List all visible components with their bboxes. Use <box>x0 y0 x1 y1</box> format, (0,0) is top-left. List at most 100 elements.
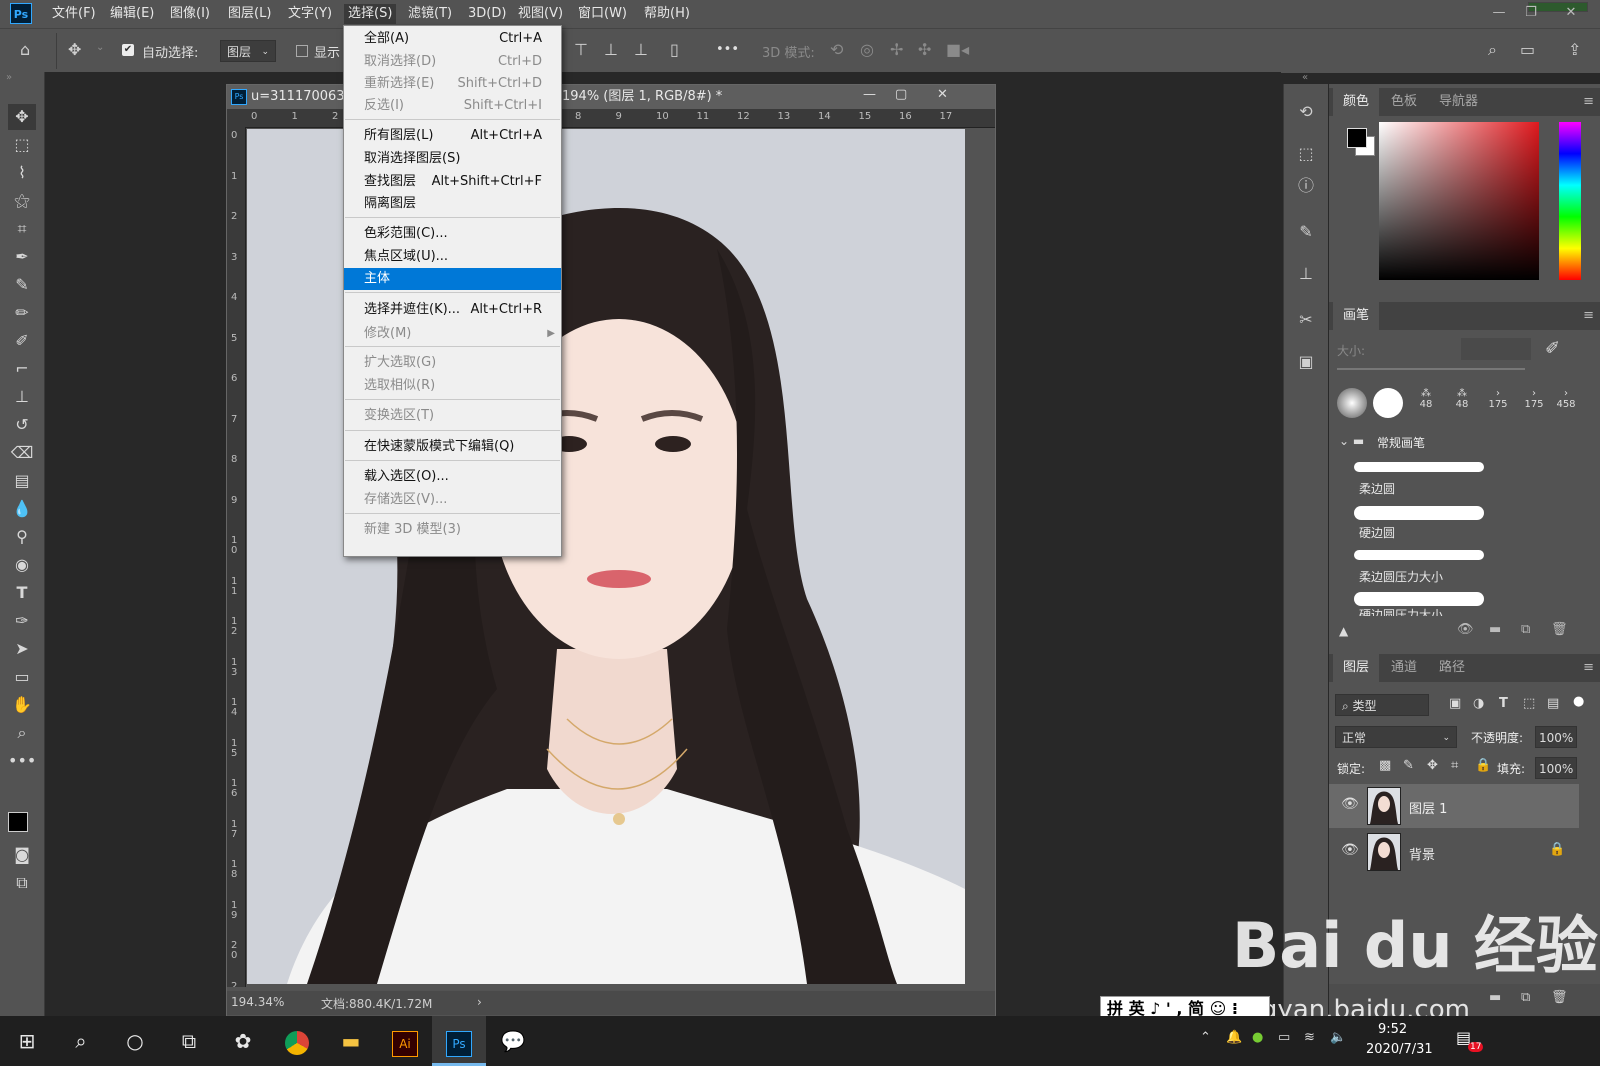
show-transform-checkbox[interactable] <box>296 45 308 57</box>
hue-slider[interactable] <box>1559 122 1581 280</box>
menu-item[interactable]: 全部(A) Ctrl+A <box>344 28 561 50</box>
layer-row[interactable]: 👁 图层 1 <box>1329 784 1579 828</box>
tab-brushes[interactable]: 画笔 <box>1333 302 1380 330</box>
menu-item[interactable]: 主体 <box>344 268 561 290</box>
blur-tool-icon[interactable]: 💧 <box>8 496 36 522</box>
menu-edit[interactable]: 编辑(E) <box>106 4 158 24</box>
panel-menu-icon[interactable]: ≡ <box>1583 308 1594 323</box>
sponge-tool-icon[interactable]: ◉ <box>8 552 36 578</box>
3d-orbit-icon[interactable]: ⟲ <box>830 40 843 59</box>
brush-stroke-preview[interactable] <box>1354 506 1484 520</box>
doc-restore-icon[interactable]: ▢ <box>895 87 907 102</box>
3d-roll-icon[interactable]: ◎ <box>860 40 874 59</box>
tab-swatches[interactable]: 色板 <box>1381 88 1427 116</box>
app-360-icon[interactable]: ✿ <box>216 1016 270 1066</box>
new-brush-icon[interactable]: ✐ <box>1545 338 1560 359</box>
brush-visibility-icon[interactable]: 👁 <box>1457 622 1474 637</box>
filter-shape-icon[interactable]: ⬚ <box>1523 696 1535 711</box>
brush-preset[interactable]: ⁂ 48 <box>1445 388 1479 422</box>
hard-brush-preset[interactable] <box>1373 388 1403 418</box>
3d-camera-icon[interactable]: ■◂ <box>946 40 969 59</box>
brush-stroke-preview[interactable] <box>1354 550 1484 560</box>
cortana-icon[interactable]: ○ <box>108 1016 162 1066</box>
lock-artboard-icon[interactable]: ⌗ <box>1451 758 1458 773</box>
menu-window[interactable]: 窗口(W) <box>574 4 631 24</box>
tray-app-icon[interactable]: ● <box>1252 1030 1263 1045</box>
menu-item[interactable]: 存储选区(V)... <box>344 489 561 511</box>
menu-item[interactable]: 反选(I) Shift+Ctrl+I <box>344 95 561 117</box>
marquee-tool-icon[interactable]: ⬚ <box>8 132 36 158</box>
hand-tool-icon[interactable]: ✋ <box>8 692 36 718</box>
eraser-tool-icon[interactable]: ⌫ <box>8 440 36 466</box>
history-panel-icon[interactable]: ⟲ <box>1294 100 1318 124</box>
brush-preset[interactable]: › 175 <box>1517 388 1551 422</box>
brush-stroke-preview[interactable] <box>1354 462 1484 472</box>
eyedropper-tool-icon[interactable]: ✒ <box>8 244 36 270</box>
menu-item[interactable]: 载入选区(O)... <box>344 466 561 488</box>
illustrator-icon[interactable]: Ai <box>378 1016 432 1066</box>
eye-icon[interactable]: 👁 <box>1341 796 1359 812</box>
layer-name[interactable]: 图层 1 <box>1409 798 1447 817</box>
menu-layer[interactable]: 图层(L) <box>224 4 275 24</box>
menu-type[interactable]: 文字(Y) <box>284 4 336 24</box>
quick-mask-icon[interactable]: ◙ <box>8 842 36 868</box>
panel-menu-icon[interactable]: ≡ <box>1583 94 1594 109</box>
color-picker-field[interactable] <box>1379 122 1539 280</box>
doc-minimize-icon[interactable]: — <box>863 87 876 102</box>
new-brush-small-icon[interactable]: ⧉ <box>1521 622 1530 637</box>
home-icon[interactable]: ⌂ <box>20 40 30 59</box>
healing-brush-tool-icon[interactable]: ✎ <box>8 272 36 298</box>
menu-help[interactable]: 帮助(H) <box>640 4 694 24</box>
foreground-color-swatch[interactable] <box>8 812 28 832</box>
history-brush-tool-icon[interactable]: ↺ <box>8 412 36 438</box>
lock-pixels-icon[interactable]: ✎ <box>1403 758 1414 773</box>
menu-select[interactable]: 选择(S) <box>344 4 397 24</box>
menu-item[interactable]: 重新选择(E) Shift+Ctrl+D <box>344 73 561 95</box>
brush-size-input[interactable] <box>1461 338 1531 360</box>
chevron-down-icon[interactable]: ⌄ <box>96 42 104 53</box>
soft-brush-preset[interactable] <box>1337 388 1367 418</box>
tool-presets-icon[interactable]: ✂ <box>1294 308 1318 332</box>
menu-item[interactable]: 扩大选取(G) <box>344 352 561 374</box>
chrome-icon[interactable] <box>270 1016 324 1066</box>
wechat-icon[interactable]: 💬 <box>486 1016 540 1066</box>
new-group-icon[interactable]: ▬ <box>1489 622 1501 637</box>
brush-name[interactable]: 柔边圆 <box>1359 480 1395 497</box>
zoom-level[interactable]: 194.34% <box>231 995 284 1009</box>
brush-size-small-icon[interactable]: ▲ <box>1339 624 1348 638</box>
filter-type-icon[interactable]: T <box>1499 696 1508 711</box>
move-tool-icon[interactable]: ✥ <box>68 40 81 59</box>
filter-smart-icon[interactable]: ▤ <box>1547 696 1559 711</box>
eye-icon[interactable]: 👁 <box>1341 842 1359 858</box>
menu-item[interactable]: 色彩范围(C)... <box>344 223 561 245</box>
menu-item[interactable]: 查找图层 Alt+Shift+Ctrl+F <box>344 171 561 193</box>
menu-item[interactable]: 所有图层(L) Alt+Ctrl+A <box>344 125 561 147</box>
menu-item[interactable]: 修改(M) ▶ <box>344 323 561 345</box>
align-bottom-icon[interactable]: ⊥ <box>634 40 648 59</box>
menu-item[interactable]: 隔离图层 <box>344 193 561 215</box>
menu-item[interactable]: 选取相似(R) <box>344 375 561 397</box>
screen-mode-icon[interactable]: ⧉ <box>8 870 36 896</box>
move-tool-icon[interactable]: ✥ <box>8 104 36 130</box>
doc-close-icon[interactable]: ✕ <box>937 87 948 102</box>
rectangle-tool-icon[interactable]: ▭ <box>8 664 36 690</box>
gradient-tool-icon[interactable]: ▤ <box>8 468 36 494</box>
clock-date[interactable]: 2020/7/31 <box>1366 1042 1433 1057</box>
brush-preset[interactable]: › 458 <box>1549 388 1583 422</box>
new-group-icon[interactable]: ▬ <box>1489 990 1501 1005</box>
dodge-tool-icon[interactable]: ⚲ <box>8 524 36 550</box>
menu-item[interactable]: 取消选择图层(S) <box>344 148 561 170</box>
collapse-icon[interactable]: » <box>6 72 12 83</box>
folder-icon[interactable]: ⌄ ▬ <box>1339 434 1364 448</box>
trash-icon[interactable]: 🗑 <box>1551 622 1568 637</box>
glyphs-panel-icon[interactable]: ▣ <box>1294 350 1318 374</box>
tab-paths[interactable]: 路径 <box>1429 654 1475 682</box>
auto-select-checkbox[interactable]: ✔ <box>122 44 134 56</box>
search-icon[interactable]: ⌕ <box>1488 40 1497 60</box>
new-layer-icon[interactable]: ⧉ <box>1521 990 1530 1005</box>
clock-time[interactable]: 9:52 <box>1378 1022 1407 1037</box>
workspace-icon[interactable]: ▭ <box>1520 40 1535 59</box>
windows-start-icon[interactable]: ⊞ <box>0 1016 54 1066</box>
opacity-input[interactable]: 100% <box>1535 726 1577 748</box>
menu-item[interactable]: 在快速蒙版模式下编辑(Q) <box>344 436 561 458</box>
